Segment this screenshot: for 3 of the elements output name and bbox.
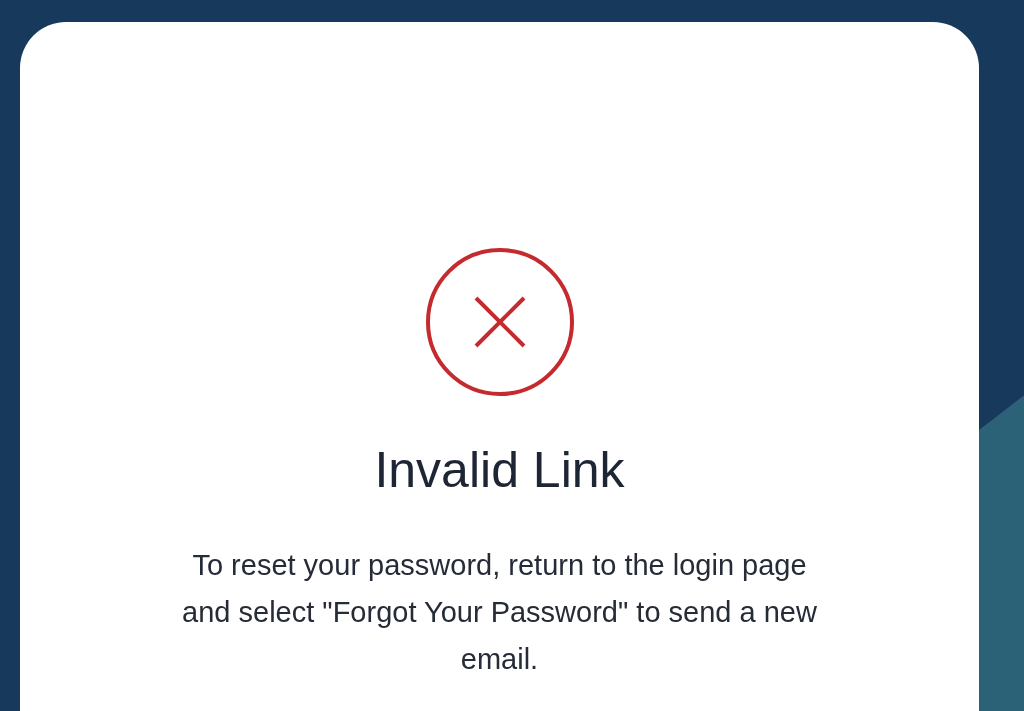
error-x-circle-icon: [424, 247, 575, 397]
card-message: To reset your password, return to the login page and select "Forgot Your Password" to send a new email.: [181, 548, 818, 677]
card-title: Invalid Link: [374, 441, 625, 500]
